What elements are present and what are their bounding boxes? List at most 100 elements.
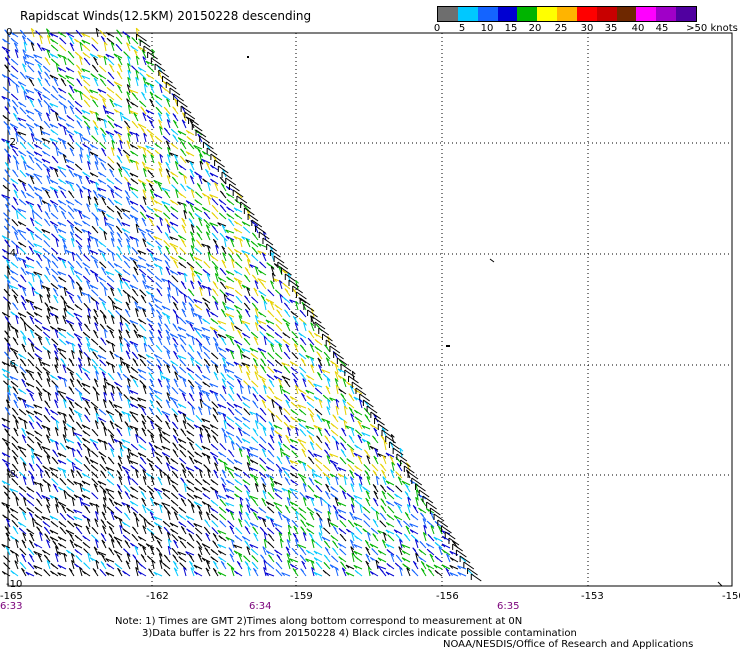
wind-barb-flag: [291, 450, 296, 454]
wind-barb-flag: [131, 37, 136, 41]
wind-barb-flag: [147, 65, 151, 69]
wind-barb-flag: [362, 506, 367, 511]
wind-barb-flag: [58, 338, 63, 343]
wind-barb-flag: [131, 191, 136, 195]
wind-barb-flag: [11, 99, 16, 104]
wind-barb-flag: [51, 155, 56, 160]
wind-barb-flag: [259, 261, 263, 266]
wind-barb-flag: [67, 142, 71, 147]
wind-barb-flag: [51, 247, 55, 252]
wind-barb-flag: [58, 205, 63, 210]
wind-barb-flag: [267, 366, 271, 371]
wind-barb-flag: [51, 338, 55, 343]
wind-barb-flag: [82, 443, 87, 448]
wind-barb-flag: [179, 359, 184, 363]
wind-barb-flag: [299, 309, 304, 314]
wind-barb-flag: [26, 37, 31, 42]
wind-barb-flag: [107, 163, 112, 167]
wind-barb-flag: [139, 436, 143, 441]
wind-barb-flag: [67, 58, 72, 62]
wind-barb-flag: [18, 471, 23, 476]
wind-barb-flag: [19, 107, 24, 111]
wind-barb-flag: [243, 337, 248, 342]
wind-barb-flag: [42, 233, 47, 238]
wind-barb-flag: [242, 226, 247, 231]
wind-barb-flag: [154, 394, 159, 399]
wind-barb-flag: [186, 422, 191, 427]
wind-barb-flag: [91, 212, 96, 216]
wind-barb-flag: [139, 324, 144, 328]
wind-barb-flag: [219, 443, 224, 447]
wind-barb-flag: [250, 240, 255, 245]
wind-barb-flag: [106, 506, 111, 511]
wind-barb-flag: [51, 233, 55, 238]
wind-barb-flag: [51, 456, 56, 461]
wind-barb-flag: [59, 169, 64, 174]
wind-barb-flag: [130, 506, 135, 511]
wind-barb-flag: [170, 282, 175, 287]
wind-barb-flag: [11, 240, 15, 245]
wind-barb-flag: [259, 415, 264, 419]
wind-barb-flag: [171, 226, 175, 231]
wind-barb-flag: [395, 471, 400, 475]
wind-barb-flag: [275, 289, 279, 294]
wind-barb-flag: [51, 380, 56, 384]
wind-barb-flag: [42, 331, 47, 336]
wind-barb-flag: [107, 295, 112, 300]
wind-barb-flag: [370, 506, 375, 511]
wind-barb-flag: [283, 421, 288, 426]
wind-barb-flag: [235, 442, 240, 447]
wind-barb-flag: [66, 478, 71, 483]
wind-barb-flag: [107, 492, 112, 496]
wind-barb-flag: [258, 394, 263, 399]
wind-barb-flag: [18, 198, 23, 203]
wind-barb-flag: [115, 205, 119, 210]
wind-barb-flag: [83, 254, 87, 259]
wind-barb-flag: [59, 352, 64, 356]
wind-barb-flag: [115, 310, 120, 314]
wind-barb-flag: [11, 205, 16, 209]
wind-barb-flag: [194, 478, 199, 483]
wind-barb-flag: [99, 463, 104, 468]
wind-barb-flag: [154, 135, 159, 140]
wind-barb-flag: [274, 317, 279, 322]
wind-barb-flag: [203, 464, 208, 468]
wind-barb-flag: [298, 317, 303, 322]
wind-barb-flag: [83, 351, 88, 356]
wind-barb-flag: [227, 246, 232, 251]
wind-barb-flag: [155, 100, 159, 105]
wind-barb-flag: [275, 415, 280, 419]
wind-barb-flag: [210, 513, 215, 518]
wind-barb-flag: [91, 358, 96, 363]
wind-barb-flag: [387, 506, 392, 510]
wind-barb-flag: [179, 317, 184, 321]
wind-barb-flag: [75, 372, 80, 377]
wind-barb-flag: [131, 478, 135, 483]
wind-barb-flag: [291, 337, 296, 342]
wind-barb-flag: [211, 204, 216, 209]
wind-barb-flag: [43, 240, 48, 244]
wind-barb-flag: [219, 393, 224, 398]
wind-barb-flag: [122, 149, 127, 154]
wind-barb-flag: [371, 464, 376, 468]
wind-barb-flag: [306, 464, 311, 469]
wind-barb-flag: [59, 37, 63, 42]
wind-barb-flag: [274, 492, 279, 497]
wind-barb-flag: [123, 317, 127, 322]
wind-barb-flag: [195, 338, 200, 342]
wind-barb-flag: [219, 232, 224, 237]
wind-barb-flag: [139, 289, 144, 293]
wind-barb-flag: [123, 484, 128, 489]
wind-barb-flag: [291, 352, 296, 356]
wind-barb-flag: [123, 51, 127, 56]
wind-barb-flag: [43, 100, 48, 104]
wind-barb-flag: [26, 499, 31, 504]
wind-barb-flag: [130, 443, 135, 448]
wind-barb-flag: [34, 324, 39, 329]
wind-barb-flag: [139, 380, 144, 384]
wind-barb-flag: [187, 499, 192, 503]
wind-barb-flag: [99, 65, 103, 70]
wind-barb-flag: [275, 463, 280, 468]
wind-barb-flag: [131, 247, 136, 251]
wind-barb-flag: [171, 408, 176, 412]
